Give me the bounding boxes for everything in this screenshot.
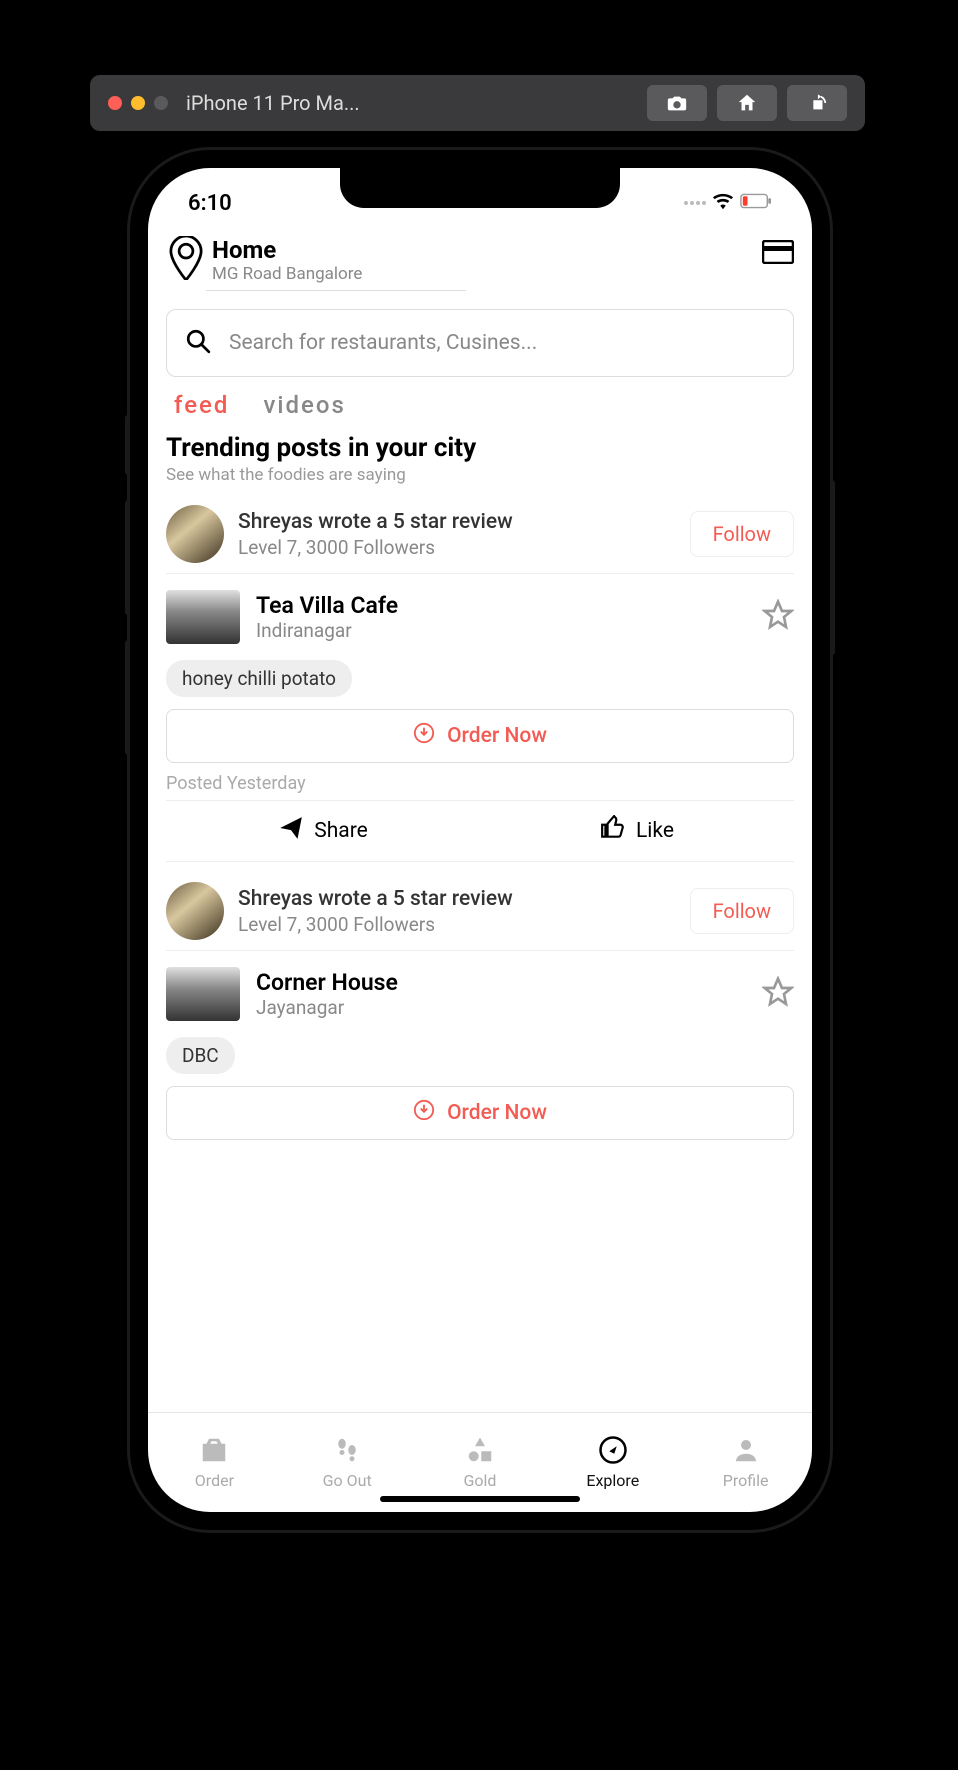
nav-order[interactable]: Order	[148, 1413, 281, 1512]
nav-profile-label: Profile	[723, 1471, 769, 1490]
restaurant-name: Corner House	[256, 969, 398, 996]
restaurant-locality: Indiranagar	[256, 619, 398, 642]
nav-gold-label: Gold	[464, 1471, 497, 1490]
close-window-button[interactable]	[108, 96, 122, 110]
post-user-row[interactable]: Shreyas wrote a 5 star review Level 7, 3…	[166, 495, 794, 574]
location-pin-icon	[166, 236, 206, 284]
post-user-sub: Level 7, 3000 Followers	[238, 536, 676, 559]
restaurant-locality: Jayanagar	[256, 996, 398, 1019]
payment-card-icon[interactable]	[762, 236, 794, 268]
cellular-icon	[684, 201, 706, 205]
trending-title: Trending posts in your city	[166, 433, 794, 463]
compass-icon	[598, 1435, 628, 1469]
search-icon	[185, 328, 211, 358]
dish-tag[interactable]: honey chilli potato	[166, 660, 352, 697]
screenshot-button[interactable]	[647, 85, 707, 121]
post-user-sub: Level 7, 3000 Followers	[238, 913, 676, 936]
phone-chrome: 6:10 Home MG Road Bangalore	[130, 150, 830, 1530]
simulator-title: iPhone 11 Pro Ma...	[186, 91, 637, 115]
avatar	[166, 505, 224, 563]
order-now-label: Order Now	[447, 1101, 547, 1125]
bookmark-star-icon[interactable]	[762, 599, 794, 635]
dish-tag[interactable]: DBC	[166, 1037, 235, 1074]
follow-button[interactable]: Follow	[690, 511, 794, 557]
bookmark-star-icon[interactable]	[762, 976, 794, 1012]
post-restaurant-row[interactable]: Corner House Jayanagar	[166, 951, 794, 1031]
shapes-icon	[465, 1435, 495, 1469]
nav-goout-label: Go Out	[323, 1471, 372, 1490]
nav-profile[interactable]: Profile	[679, 1413, 812, 1512]
search-bar[interactable]	[166, 309, 794, 377]
restaurant-thumbnail	[166, 590, 240, 644]
search-input[interactable]	[229, 331, 775, 355]
order-now-label: Order Now	[447, 724, 547, 748]
order-now-button[interactable]: Order Now	[166, 709, 794, 763]
footsteps-icon	[332, 1435, 362, 1469]
post-user-row[interactable]: Shreyas wrote a 5 star review Level 7, 3…	[166, 872, 794, 951]
post-user-title: Shreyas wrote a 5 star review	[238, 886, 676, 912]
restaurant-thumbnail	[166, 967, 240, 1021]
post-user-title: Shreyas wrote a 5 star review	[238, 509, 676, 535]
tab-feed[interactable]: feed	[174, 391, 229, 419]
like-button[interactable]: Like	[480, 801, 794, 861]
person-icon	[731, 1435, 761, 1469]
trending-subtitle: See what the foodies are saying	[166, 465, 794, 485]
window-controls	[108, 96, 168, 110]
tab-videos[interactable]: videos	[263, 391, 345, 419]
trending-heading: Trending posts in your city See what the…	[148, 433, 812, 485]
like-label: Like	[636, 819, 674, 843]
avatar	[166, 882, 224, 940]
maximize-window-button	[154, 96, 168, 110]
restaurant-name: Tea Villa Cafe	[256, 592, 398, 619]
share-button[interactable]: Share	[166, 801, 480, 861]
feed-tabs: feed videos	[148, 391, 812, 419]
nav-explore-label: Explore	[586, 1471, 639, 1490]
notch	[340, 168, 620, 208]
home-indicator[interactable]	[380, 1496, 580, 1502]
location-title: Home	[212, 236, 466, 264]
feed-list[interactable]: Shreyas wrote a 5 star review Level 7, 3…	[148, 495, 812, 1412]
posted-time: Posted Yesterday	[166, 773, 794, 794]
battery-icon	[740, 193, 772, 213]
clock: 6:10	[188, 191, 232, 216]
order-now-button[interactable]: Order Now	[166, 1086, 794, 1140]
location-header[interactable]: Home MG Road Bangalore	[148, 228, 812, 291]
follow-button[interactable]: Follow	[690, 888, 794, 934]
paper-plane-icon	[278, 815, 304, 847]
share-label: Share	[314, 819, 368, 843]
nav-order-label: Order	[195, 1471, 234, 1490]
home-button[interactable]	[717, 85, 777, 121]
bag-icon	[199, 1435, 229, 1469]
screen: 6:10 Home MG Road Bangalore	[148, 168, 812, 1512]
minimize-window-button[interactable]	[131, 96, 145, 110]
download-circle-icon	[413, 722, 435, 750]
post-restaurant-row[interactable]: Tea Villa Cafe Indiranagar	[166, 574, 794, 654]
post-actions: Share Like	[166, 800, 794, 862]
location-subtitle: MG Road Bangalore	[212, 264, 466, 284]
simulator-titlebar: iPhone 11 Pro Ma...	[90, 75, 865, 131]
rotate-button[interactable]	[787, 85, 847, 121]
wifi-icon	[712, 192, 734, 214]
download-circle-icon	[413, 1099, 435, 1127]
thumbs-up-icon	[600, 815, 626, 847]
